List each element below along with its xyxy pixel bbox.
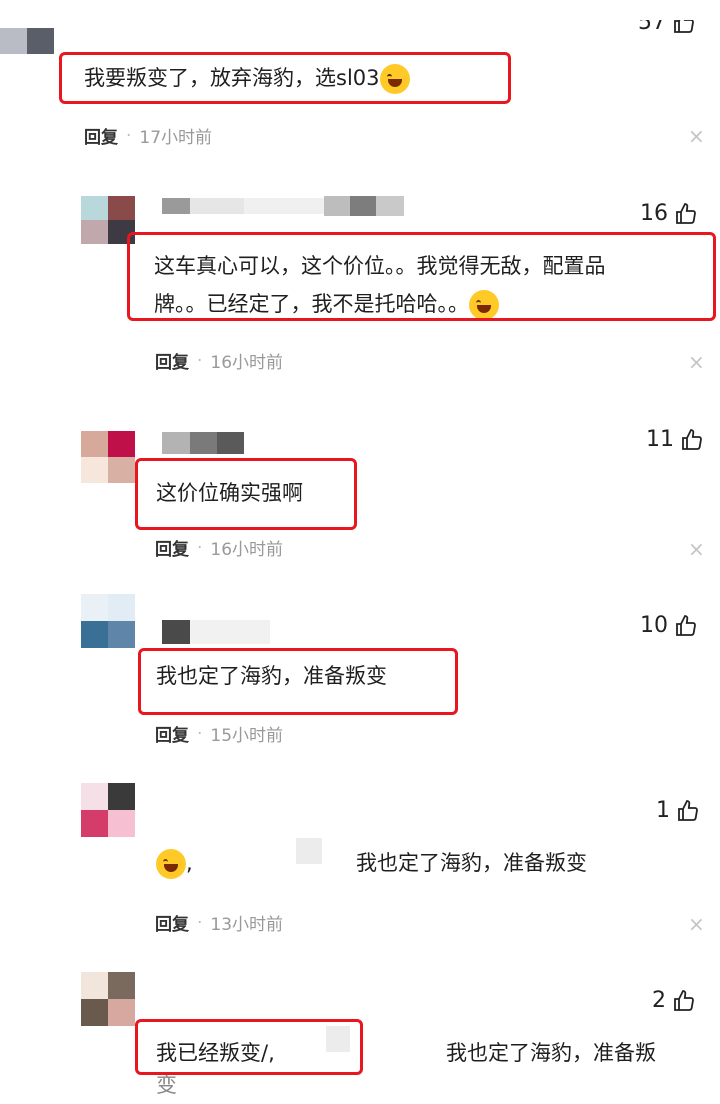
reply-button[interactable]: 回复: [84, 123, 118, 148]
thumbs-up-icon: [674, 989, 694, 1011]
timestamp: 15小时前: [210, 726, 284, 746]
timestamp: 13小时前: [210, 915, 284, 935]
reply-row: 回复 · 17小时前: [84, 123, 213, 149]
scroll-edge: [0, 0, 720, 20]
avatar[interactable]: [81, 431, 135, 483]
close-icon[interactable]: ×: [688, 124, 705, 148]
username-blurred[interactable]: [162, 620, 270, 644]
like-button[interactable]: 16: [640, 201, 698, 226]
highlight-box: [127, 232, 716, 321]
highlight-box: [59, 52, 511, 104]
highlight-box: [138, 648, 458, 715]
avatar[interactable]: [0, 28, 54, 54]
like-count: 16: [640, 201, 668, 226]
like-count: 1: [656, 798, 670, 823]
thumbs-up-icon: [682, 428, 702, 450]
quoted-comment-text: 我也定了海豹，准备叛变: [356, 851, 587, 875]
like-button[interactable]: 1: [656, 798, 700, 823]
like-button[interactable]: 10: [640, 613, 698, 638]
close-icon[interactable]: ×: [688, 912, 705, 936]
like-count: 2: [652, 988, 666, 1013]
reply-row: 回复 · 13小时前: [155, 910, 284, 936]
reply-button[interactable]: 回复: [155, 535, 189, 560]
reply-button[interactable]: 回复: [155, 721, 189, 746]
thumbs-up-icon: [678, 799, 698, 821]
thumbs-up-icon: [676, 202, 696, 224]
like-button[interactable]: 2: [652, 988, 696, 1013]
highlight-box: [135, 1019, 363, 1075]
username-blurred[interactable]: [162, 432, 244, 454]
blurred-mention: [296, 838, 322, 864]
avatar[interactable]: [81, 783, 135, 837]
laughing-emoji-icon: [156, 849, 186, 879]
comment-text: ,: [156, 844, 193, 882]
timestamp: 17小时前: [139, 128, 213, 148]
quoted-comment-text: 我也定了海豹，准备叛: [446, 1041, 656, 1065]
thumbs-up-icon: [676, 614, 696, 636]
timestamp: 16小时前: [210, 353, 284, 373]
reply-button[interactable]: 回复: [155, 348, 189, 373]
reply-row: 回复 · 16小时前: [155, 535, 284, 561]
username-blurred[interactable]: [162, 196, 404, 216]
reply-button[interactable]: 回复: [155, 910, 189, 935]
like-button[interactable]: 11: [646, 427, 704, 452]
close-icon[interactable]: ×: [688, 350, 705, 374]
reply-row: 回复 · 15小时前: [155, 721, 284, 747]
like-count: 10: [640, 613, 668, 638]
reply-row: 回复 · 16小时前: [155, 348, 284, 374]
timestamp: 16小时前: [210, 540, 284, 560]
like-count: 11: [646, 427, 674, 452]
highlight-box: [135, 458, 357, 530]
close-icon[interactable]: ×: [688, 537, 705, 561]
avatar[interactable]: [81, 594, 135, 648]
avatar[interactable]: [81, 972, 135, 1026]
